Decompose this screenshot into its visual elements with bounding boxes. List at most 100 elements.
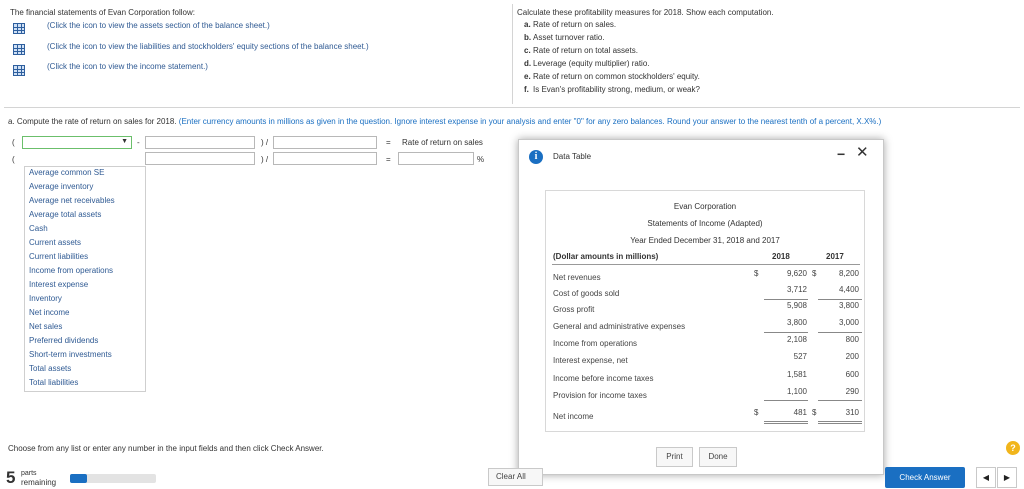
requirements-intro: Calculate these profitability measures f… (517, 8, 774, 17)
net-income-double-underline (818, 421, 862, 422)
dropdown-option[interactable]: Inventory (29, 294, 62, 303)
row-currency-2018: $ (754, 408, 759, 417)
formula-second-input[interactable] (145, 136, 255, 149)
panel-divider (512, 4, 513, 104)
equals-row2: = (386, 155, 391, 164)
statement-period: Year Ended December 31, 2018 and 2017 (630, 236, 780, 245)
requirement-b: b. Asset turnover ratio. (524, 33, 605, 42)
dropdown-option[interactable]: Interest expense (29, 280, 88, 289)
question-instruction: (Enter currency amounts in millions as g… (178, 117, 882, 126)
dialog-title: Data Table (553, 152, 592, 161)
row-value-2017: 4,400 (838, 285, 859, 294)
row-value-2017: 3,800 (838, 301, 859, 310)
column-header-label: (Dollar amounts in millions) (553, 252, 659, 261)
remaining-label: remaining (21, 478, 57, 487)
open-paren-row2: ( (12, 155, 15, 164)
row-currency-2017: $ (812, 269, 817, 278)
subtotal-underline (764, 299, 808, 300)
formula-divisor-input[interactable] (273, 136, 377, 149)
row-value-2018: 5,908 (786, 301, 807, 310)
dropdown-option[interactable]: Current liabilities (29, 252, 88, 261)
help-button[interactable]: ? (1006, 441, 1020, 455)
requirement-e: e. Rate of return on common stockholders'… (524, 72, 700, 81)
column-header-2017: 2017 (826, 252, 844, 261)
row2-first-input[interactable] (145, 152, 255, 165)
dropdown-option[interactable]: Total assets (29, 364, 71, 373)
clear-all-button[interactable]: Clear All (488, 468, 543, 486)
parts-label: parts (21, 470, 37, 477)
requirements-list: a. Rate of return on sales. b. Asset turno… (524, 20, 1004, 98)
minimize-icon[interactable]: − (837, 146, 845, 162)
question-prefix: a. Compute the rate of return on sales f… (8, 117, 177, 126)
formula-dropdown-select[interactable]: ▼ (22, 136, 132, 149)
dropdown-option[interactable]: Average common SE (29, 168, 104, 177)
dropdown-option[interactable]: Average inventory (29, 182, 93, 191)
liabilities-link[interactable]: (Click the icon to view the liabilities … (47, 42, 369, 51)
close-div-row1: ) / (261, 138, 269, 147)
row-value-2017: 290 (845, 387, 859, 396)
net-income-double-underline (764, 423, 808, 424)
dropdown-option[interactable]: Net income (29, 308, 69, 317)
column-header-2018: 2018 (772, 252, 790, 261)
row-value-2018: 2,108 (786, 335, 807, 344)
prev-question-button[interactable]: ◀ (976, 467, 996, 488)
requirement-d: d. Leverage (equity multiplier) ratio. (524, 59, 650, 68)
parts-progress-fill (70, 474, 88, 483)
row-currency-2018: $ (754, 269, 759, 278)
dropdown-option[interactable]: Income from operations (29, 266, 113, 275)
requirement-f: f. Is Evan's profitability strong, medium… (524, 85, 700, 94)
row-value-2017: 8,200 (838, 269, 859, 278)
subtotal-underline (818, 299, 862, 300)
percent-sign: % (477, 155, 485, 164)
account-dropdown-list: Average common SE Average inventory Aver… (24, 166, 146, 392)
next-question-button[interactable]: ▶ (997, 467, 1017, 488)
check-answer-button[interactable]: Check Answer (885, 467, 965, 488)
chevron-right-icon: ▶ (1003, 473, 1011, 482)
dropdown-option[interactable]: Cash (29, 224, 48, 233)
question-text: a. Compute the rate of return on sales f… (8, 117, 881, 126)
assets-link[interactable]: (Click the icon to view the assets secti… (47, 21, 270, 30)
row-value-2018: 1,581 (786, 370, 807, 379)
row-value-2017: 800 (845, 335, 859, 344)
dropdown-option[interactable]: Average net receivables (29, 196, 115, 205)
done-button[interactable]: Done (699, 447, 737, 467)
print-button[interactable]: Print (656, 447, 693, 467)
chevron-down-icon: ▼ (121, 138, 128, 145)
parts-progress-bar (70, 474, 156, 483)
dropdown-option[interactable]: Average total assets (29, 210, 101, 219)
row-value-2018: 3,800 (786, 318, 807, 327)
data-table-dialog: i Data Table − ✕ Evan Corporation Statem… (518, 139, 884, 475)
liabilities-table-icon[interactable] (13, 44, 25, 55)
requirement-c: c. Rate of return on total assets. (524, 46, 638, 55)
row-label: General and administrative expenses (553, 322, 686, 331)
result-percent-input[interactable] (398, 152, 474, 165)
dropdown-option[interactable]: Current assets (29, 238, 81, 247)
close-icon[interactable]: ✕ (856, 143, 869, 161)
row-value-2017: 3,000 (838, 318, 859, 327)
income-statement-table-icon[interactable] (13, 65, 25, 76)
dropdown-option[interactable]: Total liabilities (29, 378, 78, 387)
net-income-double-underline (818, 423, 862, 424)
dropdown-option[interactable]: Preferred dividends (29, 336, 98, 345)
subtotal-underline (818, 400, 862, 401)
equals-row1: = (386, 138, 391, 147)
dropdown-option[interactable]: Net sales (29, 322, 62, 331)
subtotal-underline (764, 400, 808, 401)
income-statement-link[interactable]: (Click the icon to view the income state… (47, 62, 208, 71)
subtotal-underline (764, 332, 808, 333)
company-name: Evan Corporation (673, 202, 737, 211)
info-icon: i (529, 150, 543, 164)
row-value-2018: 481 (793, 408, 807, 417)
row-label: Gross profit (553, 305, 595, 314)
header-underline (552, 264, 860, 265)
assets-table-icon[interactable] (13, 23, 25, 34)
statement-panel: Evan Corporation Statements of Income (A… (545, 190, 865, 432)
statement-title: Statements of Income (Adapted) (647, 219, 763, 228)
net-income-double-underline (764, 421, 808, 422)
row-value-2017: 200 (845, 352, 859, 361)
section-divider (4, 107, 1020, 108)
row2-divisor-input[interactable] (273, 152, 377, 165)
row-label: Net revenues (553, 273, 601, 282)
row-label: Cost of goods sold (553, 289, 620, 298)
dropdown-option[interactable]: Short-term investments (29, 350, 112, 359)
